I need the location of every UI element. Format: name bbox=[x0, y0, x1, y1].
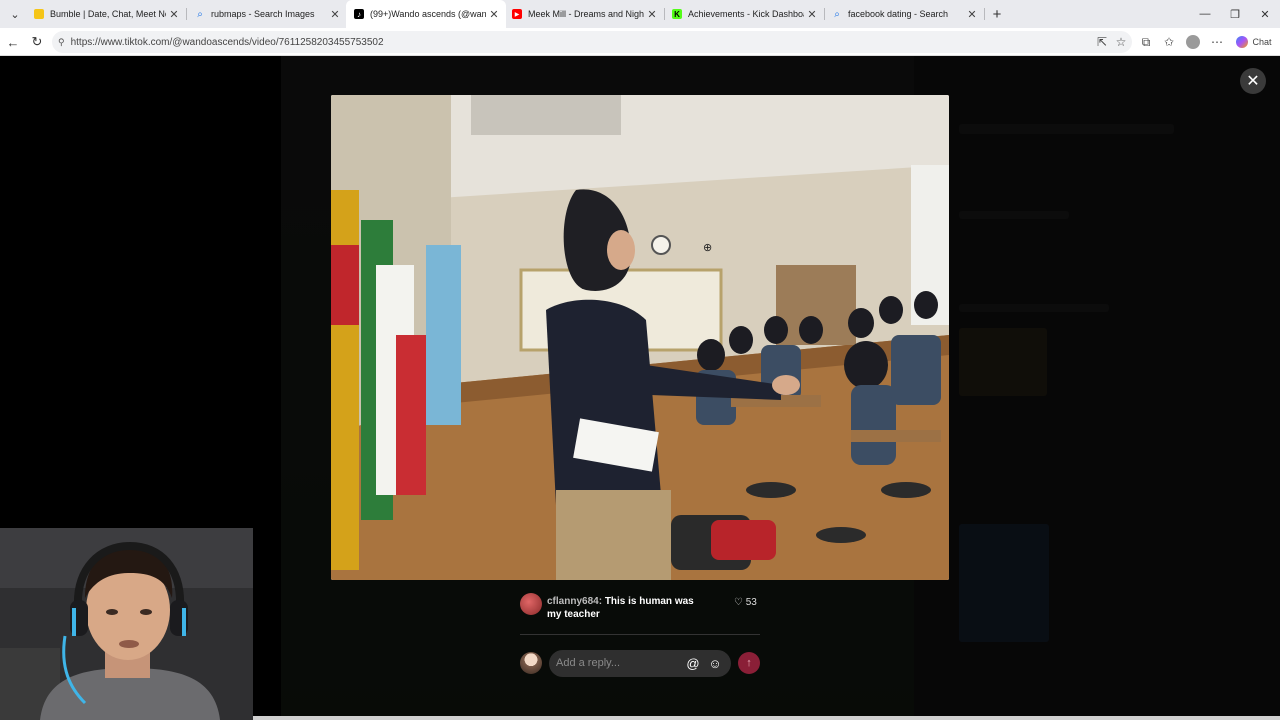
close-icon[interactable]: ✕ bbox=[327, 8, 343, 21]
comment-image bbox=[331, 95, 949, 580]
plus-icon: + bbox=[992, 5, 1002, 23]
url-text: https://www.tiktok.com/@wandoascends/vid… bbox=[70, 36, 384, 48]
favorites-icon: ✩ bbox=[1163, 35, 1175, 49]
tab-tiktok[interactable]: ♪ (99+)Wando ascends (@wandoasc ✕ bbox=[346, 0, 506, 28]
reply-input[interactable]: Add a reply... @ ☺ bbox=[549, 650, 731, 677]
close-icon[interactable]: ✕ bbox=[486, 8, 502, 21]
restore-icon: ❐ bbox=[1230, 8, 1240, 21]
comment-body: cflanny684: This is human was my teacher bbox=[547, 595, 707, 621]
favorite-button[interactable]: ☆ bbox=[1111, 32, 1131, 52]
address-bar[interactable]: ⚲ https://www.tiktok.com/@wandoascends/v… bbox=[52, 31, 1132, 53]
close-icon[interactable]: ✕ bbox=[964, 8, 980, 21]
heart-icon: ♡ bbox=[734, 597, 743, 608]
search-icon: ⌕ bbox=[834, 8, 840, 20]
new-tab-button[interactable]: + bbox=[982, 0, 1012, 28]
restore-button[interactable]: ❐ bbox=[1220, 0, 1250, 28]
reply-composer: Add a reply... @ ☺ ↑ bbox=[520, 650, 765, 678]
minimize-icon: — bbox=[1199, 8, 1211, 20]
extensions-button[interactable]: ⧉ bbox=[1136, 32, 1156, 52]
like-count: 53 bbox=[745, 597, 757, 608]
back-button[interactable]: ← bbox=[3, 32, 23, 52]
webcam-overlay bbox=[0, 528, 253, 720]
zoom-cursor-icon: ⊕ bbox=[703, 242, 713, 254]
puzzle-icon: ⧉ bbox=[1141, 34, 1151, 49]
more-menu-button[interactable]: ⋯ bbox=[1207, 32, 1227, 52]
kick-icon: K bbox=[672, 9, 682, 19]
tab-bumble[interactable]: Bumble | Date, Chat, Meet New Pe ✕ bbox=[26, 0, 186, 28]
open-external-icon: ⇱ bbox=[1096, 35, 1108, 49]
emoji-icon[interactable]: ☺ bbox=[707, 655, 723, 671]
close-icon[interactable]: ✕ bbox=[804, 8, 820, 21]
close-icon[interactable]: ✕ bbox=[166, 8, 182, 21]
close-icon: ✕ bbox=[1260, 8, 1270, 21]
avatar bbox=[1186, 35, 1200, 49]
bumble-icon bbox=[34, 9, 44, 19]
tab-strip: ⌄ Bumble | Date, Chat, Meet New Pe ✕ ⌕ r… bbox=[0, 0, 1280, 28]
like-button[interactable]: ♡ 53 bbox=[734, 597, 757, 608]
refresh-icon: ↻ bbox=[31, 34, 43, 49]
reply-placeholder: Add a reply... bbox=[556, 657, 620, 669]
avatar[interactable] bbox=[520, 593, 542, 615]
star-icon: ☆ bbox=[1115, 35, 1127, 49]
arrow-left-icon: ← bbox=[6, 34, 20, 50]
favorites-bar-button[interactable]: ✩ bbox=[1159, 32, 1179, 52]
divider bbox=[520, 634, 760, 635]
mention-icon[interactable]: @ bbox=[685, 655, 701, 671]
open-in-app-button[interactable]: ⇱ bbox=[1092, 32, 1112, 52]
tab-facebook-dating[interactable]: ⌕ facebook dating - Search ✕ bbox=[824, 0, 984, 28]
close-window-button[interactable]: ✕ bbox=[1250, 0, 1280, 28]
youtube-icon: ▶ bbox=[512, 9, 522, 19]
send-button[interactable]: ↑ bbox=[738, 652, 760, 674]
close-modal-button[interactable]: ✕ bbox=[1240, 68, 1266, 94]
tab-kick[interactable]: K Achievements - Kick Dashboard ✕ bbox=[664, 0, 824, 28]
tab-youtube[interactable]: ▶ Meek Mill - Dreams and Nightmar ✕ bbox=[504, 0, 664, 28]
toolbar: ← ↻ ⚲ https://www.tiktok.com/@wandoascen… bbox=[0, 28, 1280, 56]
comment-username[interactable]: cflanny684: bbox=[547, 596, 602, 607]
close-icon: ✕ bbox=[1246, 73, 1260, 90]
site-info-icon[interactable]: ⚲ bbox=[58, 37, 65, 48]
more-icon: ⋯ bbox=[1211, 35, 1223, 49]
arrow-up-icon: ↑ bbox=[746, 657, 752, 669]
minimize-button[interactable]: — bbox=[1190, 0, 1220, 28]
refresh-button[interactable]: ↻ bbox=[27, 32, 47, 52]
taskbar-edge bbox=[253, 716, 1280, 720]
avatar bbox=[520, 652, 542, 674]
tiktok-icon: ♪ bbox=[354, 9, 364, 19]
copilot-icon bbox=[1236, 36, 1249, 48]
close-icon[interactable]: ✕ bbox=[644, 8, 660, 21]
chevron-down-icon: ⌄ bbox=[10, 8, 20, 21]
profile-button[interactable] bbox=[1183, 32, 1203, 52]
search-icon: ⌕ bbox=[197, 8, 203, 20]
chat-button[interactable]: Chat bbox=[1232, 32, 1276, 52]
tab-rubmaps[interactable]: ⌕ rubmaps - Search Images ✕ bbox=[187, 0, 347, 28]
